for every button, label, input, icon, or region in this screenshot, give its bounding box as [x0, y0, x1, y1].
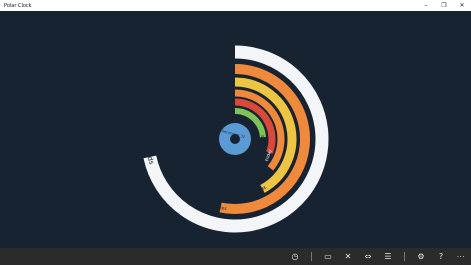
more-icon[interactable]: ··· — [451, 248, 471, 265]
close-x-icon[interactable]: ✕ — [338, 248, 358, 265]
close-icon[interactable]: ✕ — [453, 0, 471, 11]
arrows-icon[interactable]: ⇔ — [358, 248, 378, 265]
maximize-icon[interactable]: ❐ — [435, 0, 453, 11]
window-controls: – ❐ ✕ — [417, 0, 471, 11]
window-title: Polar Clock — [4, 2, 32, 9]
divider — [311, 252, 312, 261]
minimize-icon[interactable]: – — [417, 0, 435, 11]
clock-icon[interactable]: ◷ — [285, 248, 305, 265]
help-icon[interactable]: ? — [431, 248, 451, 265]
window-icon[interactable]: ▭ — [318, 248, 338, 265]
clock-canvas: 43 seconds 32 Minutes X P.M. Friday Feb Dece… — [0, 11, 471, 248]
title-bar: Polar Clock – ❐ ✕ — [0, 0, 471, 11]
list-icon[interactable]: ☰ — [378, 248, 398, 265]
polar-clock: 43 seconds32 MinutesX P.M.FridayFeb Dece… — [136, 45, 329, 233]
settings-icon[interactable]: ⚙ — [411, 248, 431, 265]
divider — [404, 252, 405, 261]
day-label: Friday — [264, 148, 272, 162]
app-bar: ◷ ▭ ✕ ⇔ ☰ ⚙ ? ··· — [0, 248, 471, 265]
